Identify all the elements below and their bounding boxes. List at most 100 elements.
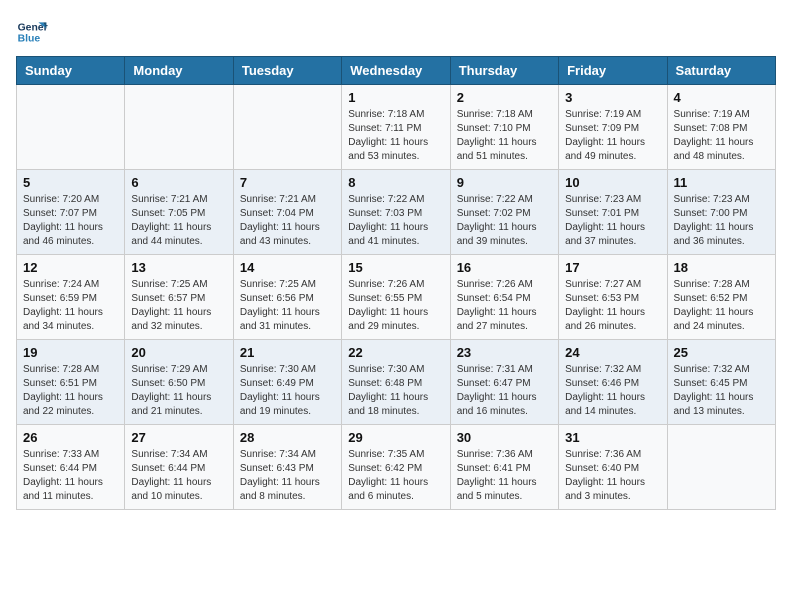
day-cell: 12Sunrise: 7:24 AM Sunset: 6:59 PM Dayli… — [17, 255, 125, 340]
cell-content: Sunrise: 7:26 AM Sunset: 6:54 PM Dayligh… — [457, 278, 552, 334]
cell-content: Sunrise: 7:30 AM Sunset: 6:48 PM Dayligh… — [348, 363, 443, 419]
cell-content: Sunrise: 7:20 AM Sunset: 7:07 PM Dayligh… — [23, 193, 118, 249]
day-cell: 23 Sunrise: 7:31 AM Sunset: 6:47 PM Dayli… — [450, 340, 558, 425]
svg-text:Blue: Blue — [18, 34, 41, 45]
day-number: 21 — [240, 345, 335, 360]
calendar-header: SundayMondayTuesdayWednesdayThursdayFrid… — [17, 57, 776, 85]
day-number: 22 — [348, 345, 443, 360]
cell-content: Sunrise: 7:27 AM Sunset: 6:53 PM Dayligh… — [565, 278, 660, 334]
day-number: 10 — [565, 175, 660, 190]
week-row-1: 5 Sunrise: 7:20 AM Sunset: 7:07 PM Daylig… — [17, 170, 776, 255]
day-cell: 6 Sunrise: 7:21 AM Sunset: 7:05 PM Daylig… — [125, 170, 233, 255]
day-cell: 26 Sunrise: 7:33 AM Sunset: 6:44 PM Dayli… — [17, 425, 125, 510]
header-cell-saturday: Saturday — [667, 57, 775, 85]
day-cell — [125, 85, 233, 170]
day-cell: 31 Sunrise: 7:36 AM Sunset: 6:40 PM Dayli… — [559, 425, 667, 510]
day-number: 5 — [23, 175, 118, 190]
header-cell-thursday: Thursday — [450, 57, 558, 85]
cell-content: Sunrise: 7:25 AM Sunset: 6:56 PM Dayligh… — [240, 278, 335, 334]
day-number: 18 — [674, 260, 769, 275]
day-cell: 10 Sunrise: 7:23 AM Sunset: 7:01 PM Dayli… — [559, 170, 667, 255]
day-cell: 17 Sunrise: 7:27 AM Sunset: 6:53 PM Dayli… — [559, 255, 667, 340]
logo: General Blue — [16, 16, 52, 48]
cell-content: Sunrise: 7:18 AM Sunset: 7:11 PM Dayligh… — [348, 108, 443, 164]
day-cell: 13 Sunrise: 7:25 AM Sunset: 6:57 PM Dayli… — [125, 255, 233, 340]
day-number: 11 — [674, 175, 769, 190]
day-number: 29 — [348, 430, 443, 445]
day-cell: 16 Sunrise: 7:26 AM Sunset: 6:54 PM Dayli… — [450, 255, 558, 340]
cell-content: Sunrise: 7:28 AM Sunset: 6:51 PM Dayligh… — [23, 363, 118, 419]
cell-content: Sunrise: 7:24 AM Sunset: 6:59 PM Dayligh… — [23, 278, 118, 334]
calendar-table: SundayMondayTuesdayWednesdayThursdayFrid… — [16, 56, 776, 510]
day-number: 23 — [457, 345, 552, 360]
day-number: 2 — [457, 90, 552, 105]
header-cell-tuesday: Tuesday — [233, 57, 341, 85]
day-cell: 30Sunrise: 7:36 AM Sunset: 6:41 PM Dayli… — [450, 425, 558, 510]
day-number: 3 — [565, 90, 660, 105]
day-cell: 14 Sunrise: 7:25 AM Sunset: 6:56 PM Dayli… — [233, 255, 341, 340]
header-cell-wednesday: Wednesday — [342, 57, 450, 85]
day-number: 17 — [565, 260, 660, 275]
cell-content: Sunrise: 7:32 AM Sunset: 6:45 PM Dayligh… — [674, 363, 769, 419]
week-row-3: 19 Sunrise: 7:28 AM Sunset: 6:51 PM Dayli… — [17, 340, 776, 425]
cell-content: Sunrise: 7:23 AM Sunset: 7:00 PM Dayligh… — [674, 193, 769, 249]
cell-content: Sunrise: 7:34 AM Sunset: 6:44 PM Dayligh… — [131, 448, 226, 504]
day-number: 13 — [131, 260, 226, 275]
day-cell: 22 Sunrise: 7:30 AM Sunset: 6:48 PM Dayli… — [342, 340, 450, 425]
logo-icon: General Blue — [16, 16, 48, 48]
week-row-4: 26 Sunrise: 7:33 AM Sunset: 6:44 PM Dayli… — [17, 425, 776, 510]
day-number: 1 — [348, 90, 443, 105]
day-number: 16 — [457, 260, 552, 275]
cell-content: Sunrise: 7:22 AM Sunset: 7:02 PM Dayligh… — [457, 193, 552, 249]
cell-content: Sunrise: 7:35 AM Sunset: 6:42 PM Dayligh… — [348, 448, 443, 504]
day-cell: 20 Sunrise: 7:29 AM Sunset: 6:50 PM Dayli… — [125, 340, 233, 425]
day-cell — [667, 425, 775, 510]
day-cell — [233, 85, 341, 170]
day-number: 31 — [565, 430, 660, 445]
cell-content: Sunrise: 7:19 AM Sunset: 7:09 PM Dayligh… — [565, 108, 660, 164]
day-cell: 18Sunrise: 7:28 AM Sunset: 6:52 PM Dayli… — [667, 255, 775, 340]
day-cell: 8Sunrise: 7:22 AM Sunset: 7:03 PM Daylig… — [342, 170, 450, 255]
day-cell: 15Sunrise: 7:26 AM Sunset: 6:55 PM Dayli… — [342, 255, 450, 340]
day-number: 26 — [23, 430, 118, 445]
cell-content: Sunrise: 7:26 AM Sunset: 6:55 PM Dayligh… — [348, 278, 443, 334]
cell-content: Sunrise: 7:34 AM Sunset: 6:43 PM Dayligh… — [240, 448, 335, 504]
cell-content: Sunrise: 7:25 AM Sunset: 6:57 PM Dayligh… — [131, 278, 226, 334]
cell-content: Sunrise: 7:23 AM Sunset: 7:01 PM Dayligh… — [565, 193, 660, 249]
week-row-2: 12Sunrise: 7:24 AM Sunset: 6:59 PM Dayli… — [17, 255, 776, 340]
cell-content: Sunrise: 7:31 AM Sunset: 6:47 PM Dayligh… — [457, 363, 552, 419]
day-cell: 19 Sunrise: 7:28 AM Sunset: 6:51 PM Dayli… — [17, 340, 125, 425]
cell-content: Sunrise: 7:30 AM Sunset: 6:49 PM Dayligh… — [240, 363, 335, 419]
cell-content: Sunrise: 7:19 AM Sunset: 7:08 PM Dayligh… — [674, 108, 769, 164]
cell-content: Sunrise: 7:33 AM Sunset: 6:44 PM Dayligh… — [23, 448, 118, 504]
day-cell: 9 Sunrise: 7:22 AM Sunset: 7:02 PM Daylig… — [450, 170, 558, 255]
day-number: 24 — [565, 345, 660, 360]
day-cell: 4 Sunrise: 7:19 AM Sunset: 7:08 PM Daylig… — [667, 85, 775, 170]
day-cell: 28 Sunrise: 7:34 AM Sunset: 6:43 PM Dayli… — [233, 425, 341, 510]
header-cell-friday: Friday — [559, 57, 667, 85]
day-number: 19 — [23, 345, 118, 360]
cell-content: Sunrise: 7:29 AM Sunset: 6:50 PM Dayligh… — [131, 363, 226, 419]
day-cell: 11 Sunrise: 7:23 AM Sunset: 7:00 PM Dayli… — [667, 170, 775, 255]
day-number: 28 — [240, 430, 335, 445]
cell-content: Sunrise: 7:18 AM Sunset: 7:10 PM Dayligh… — [457, 108, 552, 164]
day-number: 14 — [240, 260, 335, 275]
day-cell: 21 Sunrise: 7:30 AM Sunset: 6:49 PM Dayli… — [233, 340, 341, 425]
day-number: 25 — [674, 345, 769, 360]
day-number: 9 — [457, 175, 552, 190]
day-number: 20 — [131, 345, 226, 360]
day-cell: 29 Sunrise: 7:35 AM Sunset: 6:42 PM Dayli… — [342, 425, 450, 510]
header: General Blue — [16, 16, 776, 48]
day-number: 4 — [674, 90, 769, 105]
cell-content: Sunrise: 7:21 AM Sunset: 7:05 PM Dayligh… — [131, 193, 226, 249]
cell-content: Sunrise: 7:36 AM Sunset: 6:41 PM Dayligh… — [457, 448, 552, 504]
cell-content: Sunrise: 7:22 AM Sunset: 7:03 PM Dayligh… — [348, 193, 443, 249]
day-cell: 7 Sunrise: 7:21 AM Sunset: 7:04 PM Daylig… — [233, 170, 341, 255]
cell-content: Sunrise: 7:36 AM Sunset: 6:40 PM Dayligh… — [565, 448, 660, 504]
day-cell — [17, 85, 125, 170]
cell-content: Sunrise: 7:21 AM Sunset: 7:04 PM Dayligh… — [240, 193, 335, 249]
day-cell: 1 Sunrise: 7:18 AM Sunset: 7:11 PM Daylig… — [342, 85, 450, 170]
day-number: 6 — [131, 175, 226, 190]
cell-content: Sunrise: 7:32 AM Sunset: 6:46 PM Dayligh… — [565, 363, 660, 419]
day-number: 7 — [240, 175, 335, 190]
